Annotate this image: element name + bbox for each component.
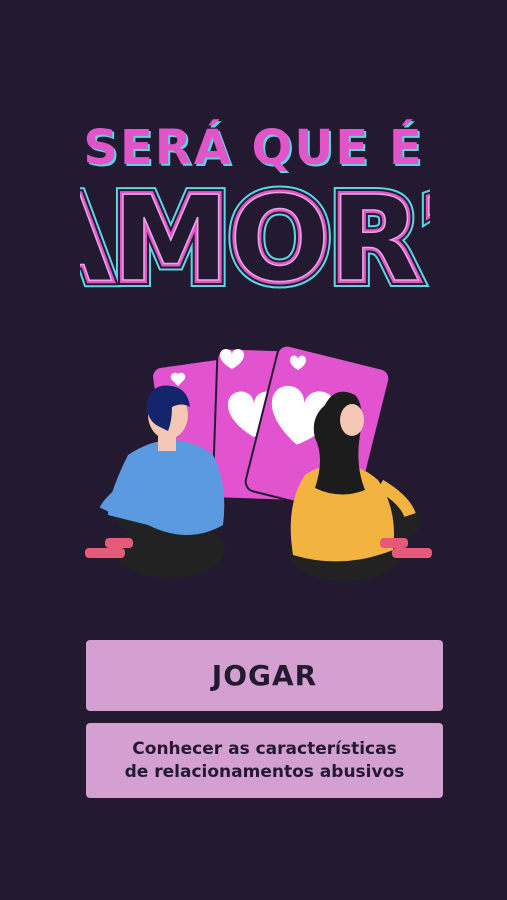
play-button[interactable]: JOGAR bbox=[86, 640, 443, 711]
couple-cards-illustration bbox=[85, 344, 432, 581]
title-line-2: AMOR? bbox=[80, 180, 430, 290]
info-button-line-2: de relacionamentos abusivos bbox=[124, 761, 405, 782]
title-amor-logo: AMOR? AMOR? AMOR? AMOR? bbox=[80, 180, 430, 290]
abusive-relationships-info-button[interactable]: Conhecer as características de relaciona… bbox=[86, 723, 443, 798]
info-button-line-1: Conhecer as características bbox=[132, 738, 397, 759]
title-line-1: SERÁ QUE É bbox=[83, 120, 424, 176]
